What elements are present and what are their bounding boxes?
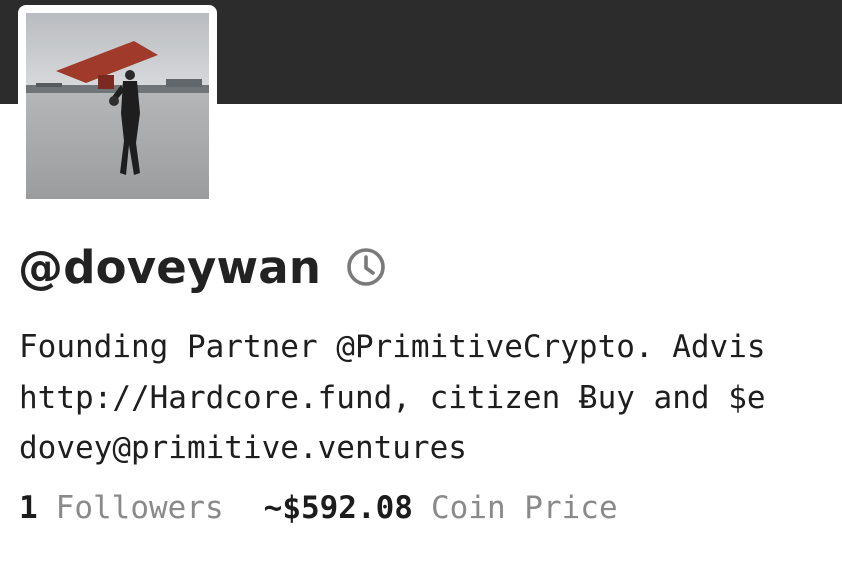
bio-email[interactable]: dovey@primitive.ventures [19, 423, 842, 474]
avatar[interactable] [18, 5, 217, 204]
followers-label[interactable]: Followers [56, 490, 224, 526]
bio-line: http://Hardcore.fund, citizen Ƀuy and $e [19, 379, 766, 416]
followers-count[interactable]: 1 [19, 490, 38, 526]
profile-stats: 1 Followers ~$592.08 Coin Price [19, 485, 618, 531]
profile-bio: Founding Partner @PrimitiveCrypto. Advis… [19, 322, 842, 474]
profile-handle: @doveywan [18, 240, 322, 294]
profile-header: @doveywan [18, 238, 387, 296]
coin-price-label: Coin Price [430, 490, 618, 526]
bio-line: Founding Partner @PrimitiveCrypto. Advis [19, 329, 766, 365]
clock-icon[interactable] [345, 246, 387, 288]
coin-price-value: ~$592.08 [263, 490, 413, 526]
avatar-photo [26, 13, 209, 199]
